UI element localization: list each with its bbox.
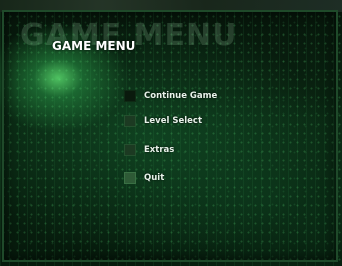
menu-item-label: Extras	[144, 145, 175, 155]
menu-item-label: Continue Game	[144, 91, 218, 101]
square-box-icon	[124, 115, 136, 127]
square-box-icon	[124, 172, 136, 184]
menu-item-extras[interactable]: Extras	[124, 143, 174, 157]
game-menu-screen: GAME MENU GAME MENU Continue Game Level …	[0, 0, 342, 266]
menu-item-level-select[interactable]: Level Select	[124, 114, 202, 128]
menu-item-label: Quit	[144, 173, 165, 183]
square-box-icon	[124, 144, 136, 156]
menu-item-label: Level Select	[144, 116, 203, 126]
menu-title: GAME MENU	[52, 39, 136, 53]
square-box-icon	[124, 90, 136, 102]
menu-item-continue-game[interactable]: Continue Game	[124, 89, 217, 103]
menu-item-quit[interactable]: Quit	[124, 171, 164, 185]
